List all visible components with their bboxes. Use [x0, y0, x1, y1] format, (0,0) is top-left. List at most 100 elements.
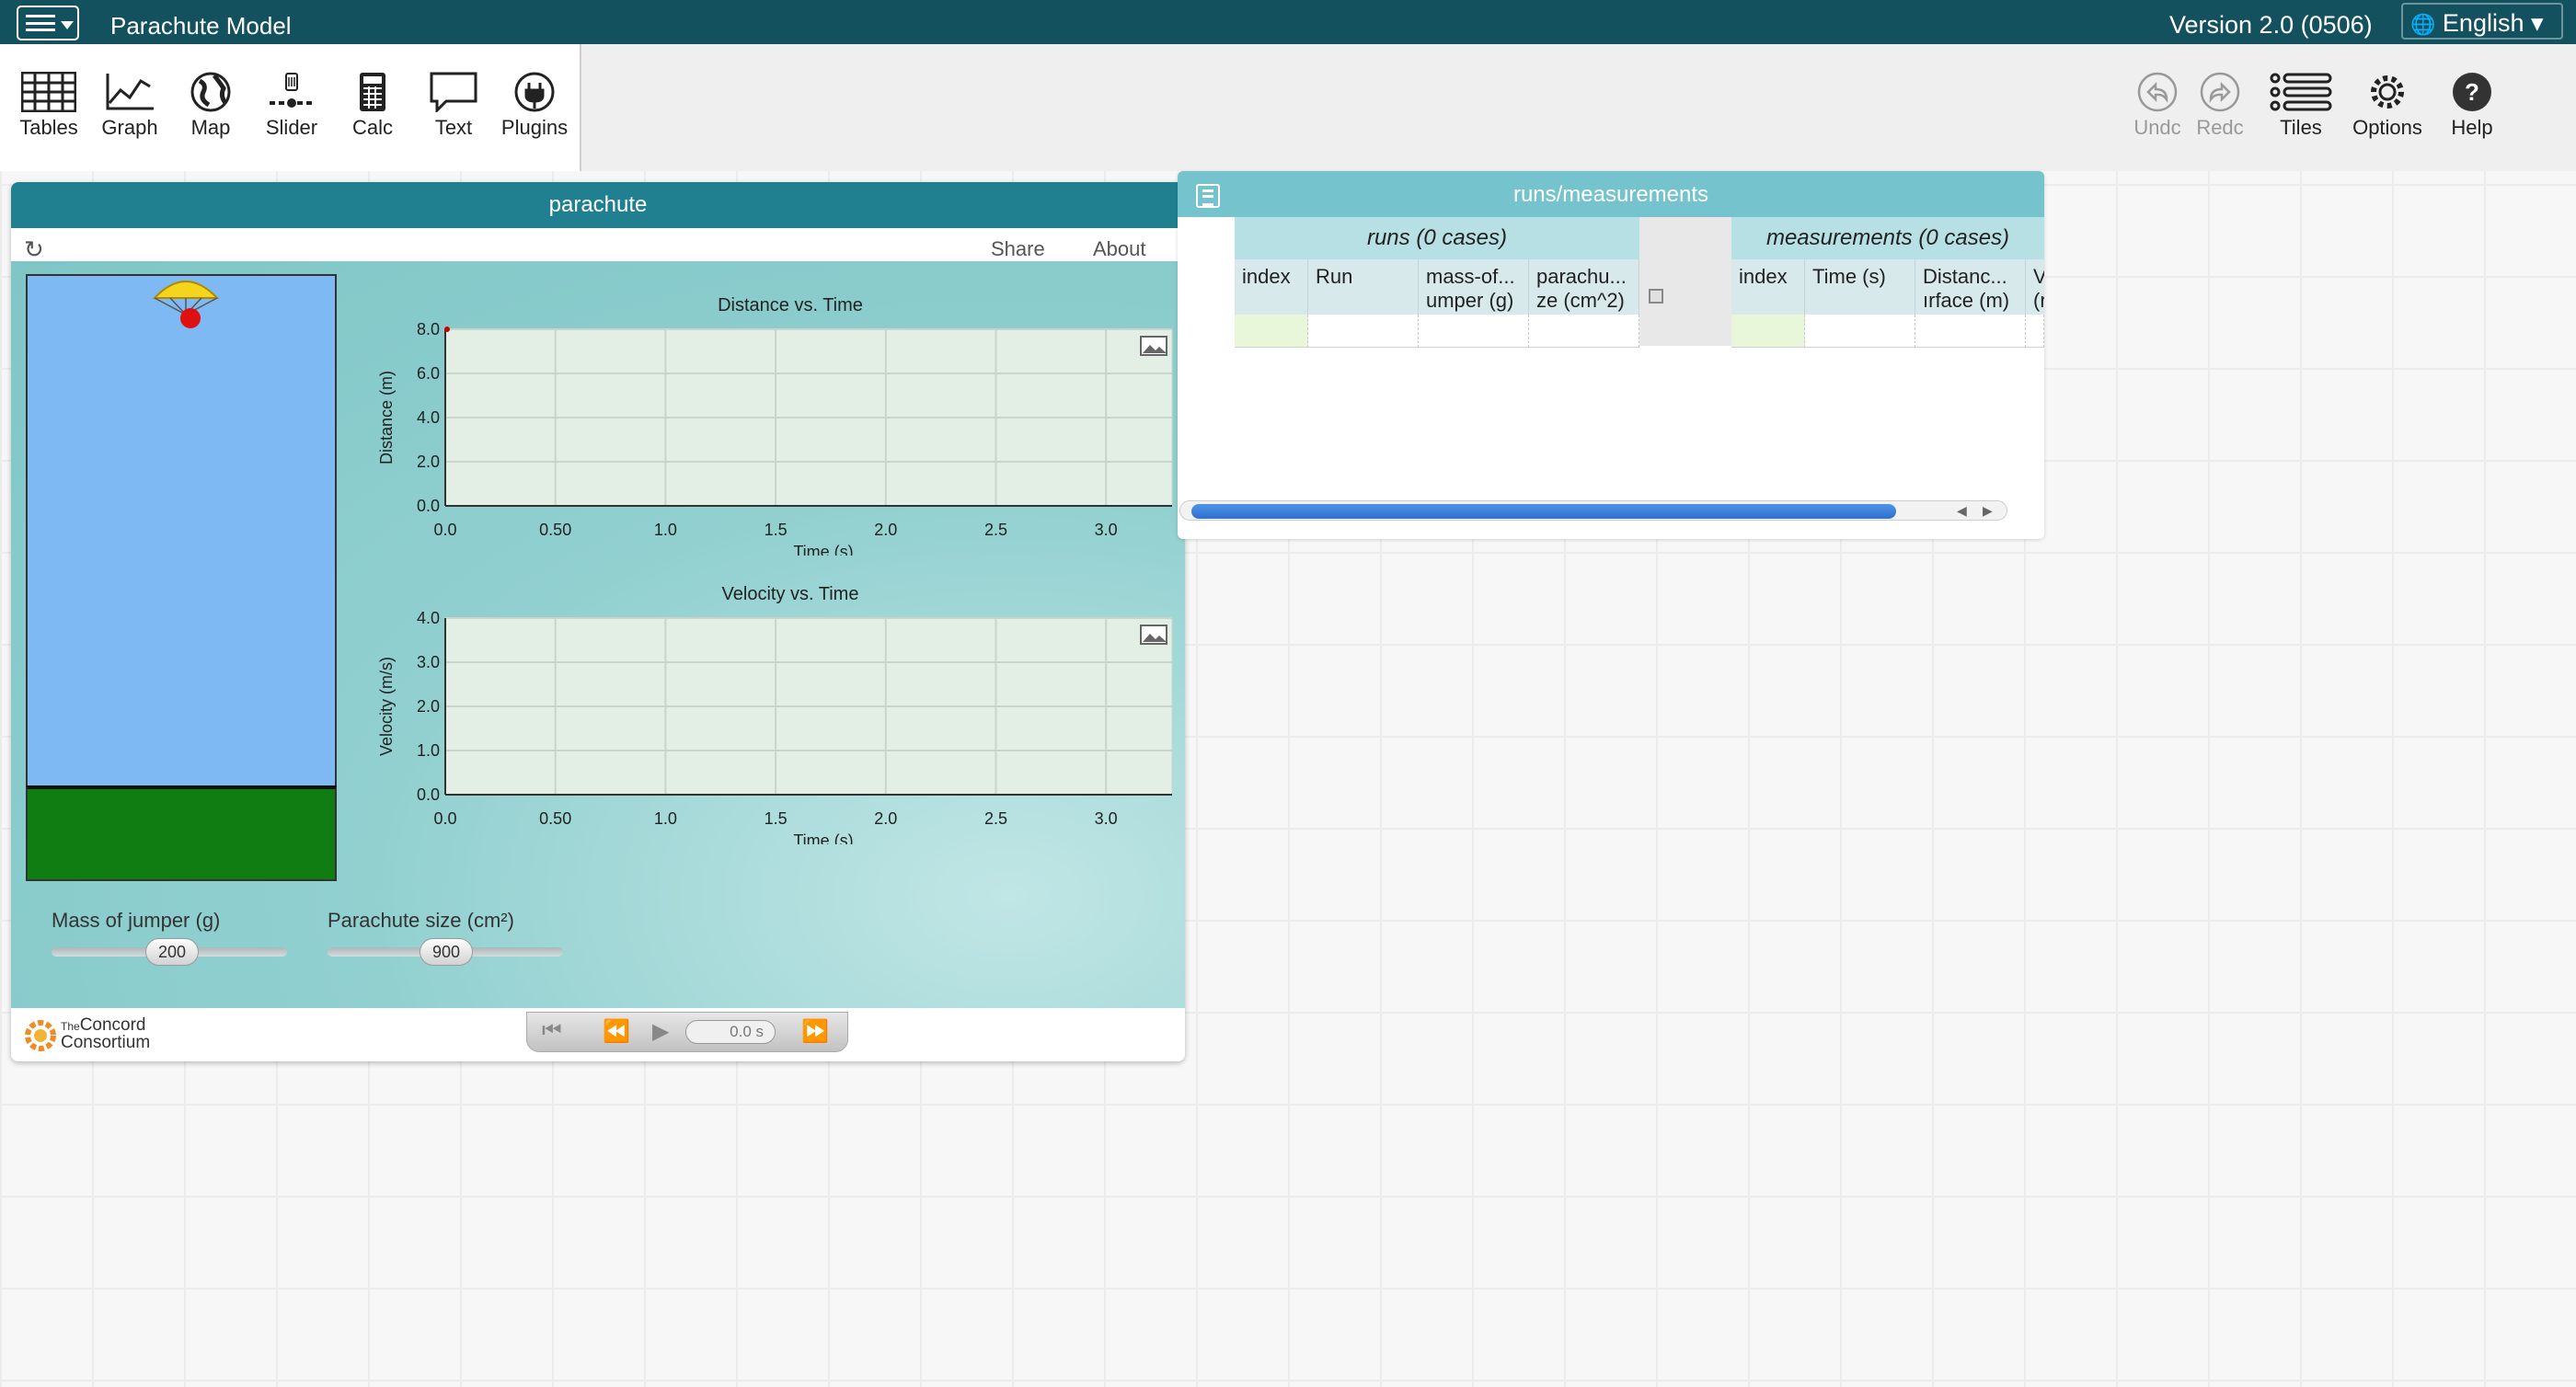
- x-tick-label: 0.0: [433, 521, 456, 539]
- options-button[interactable]: Options: [2344, 72, 2431, 140]
- y-tick-label: 4.0: [417, 408, 440, 427]
- x-tick-label: 1.0: [654, 521, 677, 539]
- parachute-simulation-tile: parachute ↻ Share About Distance vs. Tim…: [11, 182, 1185, 1061]
- options-label: Options: [2352, 116, 2422, 139]
- plugins-tool-button[interactable]: Plugins: [493, 72, 576, 140]
- sim-tile-title[interactable]: parachute: [11, 182, 1185, 228]
- map-tool-button[interactable]: Map: [169, 72, 252, 140]
- calculator-icon: [360, 73, 385, 111]
- about-link[interactable]: About: [1093, 237, 1146, 261]
- runs-new-row-cell[interactable]: [1529, 315, 1639, 348]
- playback-controls: ⏮ ⏪ ▶ 0.0 s ⏩: [526, 1012, 848, 1052]
- distance-vs-time-chart: Distance vs. Time 0.0 0.50 1.0 1.5 2.0 2.5 3.0 0…: [377, 295, 1173, 556]
- text-label: Text: [434, 116, 473, 139]
- sky-area: [26, 274, 337, 795]
- svg-text:?: ?: [2465, 78, 2479, 106]
- concord-logo-text[interactable]: TheConcord Consortium: [61, 1016, 150, 1051]
- fast-forward-button[interactable]: ⏩: [801, 1018, 829, 1045]
- slider-label: Slider: [265, 116, 318, 139]
- y-tick-label: 1.0: [417, 741, 440, 760]
- runs-new-row-cell[interactable]: [1308, 315, 1419, 348]
- gear-icon: [2371, 75, 2404, 109]
- velocity-vs-time-chart: Velocity vs. Time 0.0 0.50 1.0 1.5 2.0 2.5 3.0 0…: [377, 584, 1173, 844]
- graph-tool-button[interactable]: Graph: [88, 72, 171, 140]
- slider-tool-button[interactable]: Slider: [250, 72, 333, 140]
- table-tile-title[interactable]: runs/measurements: [1178, 171, 2044, 217]
- image-export-icon: [1140, 336, 1167, 356]
- scroll-left-icon[interactable]: ◀: [1957, 503, 1967, 519]
- document-title[interactable]: Parachute Model: [110, 12, 292, 40]
- speech-bubble-icon: [430, 72, 477, 112]
- language-label: English ▾: [2442, 9, 2544, 37]
- expand-checkbox[interactable]: [1649, 289, 1663, 304]
- parachutist-icon: [152, 281, 220, 328]
- meas-col-velocity[interactable]: V (r: [2026, 259, 2044, 315]
- y-tick-label: 6.0: [417, 364, 440, 383]
- globe-map-icon: [190, 72, 231, 112]
- tables-tool-button[interactable]: Tables: [7, 72, 90, 140]
- undo-label: Undc: [2133, 116, 2181, 139]
- menu-icon: [26, 15, 55, 31]
- text-tool-button[interactable]: Text: [412, 72, 495, 140]
- horizontal-scrollbar[interactable]: ◀ ▶: [1179, 500, 2007, 521]
- mass-slider-label: Mass of jumper (g): [52, 909, 221, 932]
- x-tick-label: 2.0: [874, 521, 897, 539]
- plugins-label: Plugins: [500, 116, 569, 139]
- data-point: [444, 327, 450, 332]
- meas-col-time[interactable]: Time (s): [1805, 259, 1915, 315]
- slider-icon: [270, 73, 314, 108]
- meas-new-row-cell[interactable]: [1915, 315, 2026, 348]
- play-button[interactable]: ▶: [652, 1018, 669, 1045]
- sim-stage: Distance vs. Time 0.0 0.50 1.0 1.5 2.0 2.5 3.0 0…: [11, 261, 1185, 1008]
- y-tick-label: 3.0: [417, 653, 440, 671]
- size-slider-handle[interactable]: 900: [420, 938, 473, 966]
- help-button[interactable]: ? Help: [2429, 72, 2515, 140]
- mass-slider-handle[interactable]: 200: [145, 938, 199, 966]
- y-tick-label: 4.0: [417, 609, 440, 627]
- runs-col-mass[interactable]: mass-of... umper (g): [1419, 259, 1529, 315]
- map-label: Map: [190, 116, 231, 139]
- x-tick-label: 1.5: [765, 809, 788, 828]
- meas-col-index[interactable]: index: [1731, 259, 1805, 315]
- x-tick-label: 1.0: [654, 809, 677, 828]
- runs-col-parachute-size[interactable]: parachu... ze (cm^2): [1529, 259, 1639, 315]
- table-list-icon[interactable]: [1196, 184, 1220, 208]
- runs-col-run[interactable]: Run: [1308, 259, 1419, 315]
- y-tick-label: 2.0: [417, 453, 440, 471]
- meas-new-row-cell[interactable]: [2026, 315, 2044, 348]
- runs-new-row-cell[interactable]: [1419, 315, 1529, 348]
- runs-group-header: runs (0 cases): [1235, 217, 1639, 259]
- graph-label: Graph: [101, 116, 158, 139]
- x-tick-label: 2.5: [984, 809, 1007, 828]
- go-to-start-button[interactable]: ⏮: [542, 1018, 562, 1044]
- y-tick-label: 2.0: [417, 697, 440, 716]
- version-label: Version 2.0 (0506): [2169, 11, 2373, 39]
- meas-new-row-index[interactable]: [1731, 315, 1805, 348]
- share-link[interactable]: Share: [991, 237, 1045, 261]
- x-tick-label: 2.0: [874, 809, 897, 828]
- top-bar: Parachute Model Version 2.0 (0506) 🌐 Eng…: [0, 0, 2576, 44]
- redo-label: Redc: [2196, 116, 2244, 139]
- x-tick-label: 0.50: [539, 809, 571, 828]
- table-icon: [21, 72, 76, 112]
- runs-col-index[interactable]: index: [1235, 259, 1308, 315]
- hamburger-menu-button[interactable]: [17, 6, 79, 40]
- measurements-group-header: measurements (0 cases): [1731, 217, 2044, 259]
- undo-icon: [2137, 72, 2178, 112]
- x-tick-label: 3.0: [1095, 521, 1118, 539]
- scrollbar-thumb[interactable]: [1191, 504, 1896, 519]
- meas-new-row-cell[interactable]: [1805, 315, 1915, 348]
- runs-new-row-index[interactable]: [1235, 315, 1308, 348]
- meas-col-distance[interactable]: Distanc... ırface (m): [1915, 259, 2026, 315]
- tiles-label: Tiles: [2280, 116, 2322, 139]
- scroll-right-icon[interactable]: ▶: [1983, 503, 1993, 519]
- language-menu[interactable]: 🌐 English ▾: [2401, 3, 2563, 40]
- tiles-button[interactable]: Tiles: [2258, 72, 2344, 140]
- redo-button[interactable]: Redc: [2177, 72, 2263, 140]
- concord-logo-icon: [25, 1020, 56, 1051]
- step-back-button[interactable]: ⏪: [603, 1018, 630, 1045]
- reload-icon[interactable]: ↻: [24, 235, 44, 264]
- calc-tool-button[interactable]: Calc: [331, 72, 414, 140]
- tool-shelf: Tables Graph Map Slider Calc Text Plugin…: [0, 44, 581, 171]
- redo-icon: [2200, 72, 2240, 112]
